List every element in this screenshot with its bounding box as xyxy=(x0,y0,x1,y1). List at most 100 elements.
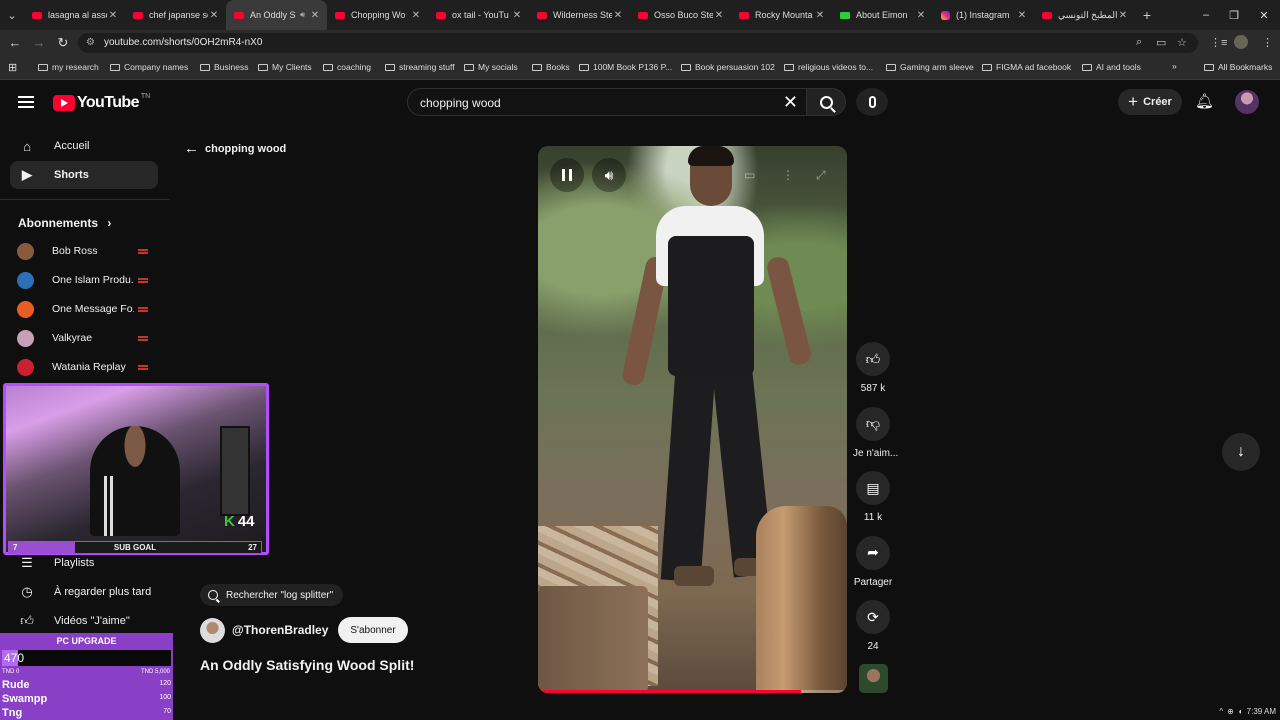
browser-tab[interactable]: ox tail - YouTu ✕ xyxy=(428,0,529,30)
subscription-item[interactable]: One Islam Produ... xyxy=(10,267,158,293)
browser-tab[interactable]: Chopping Wo ✕ xyxy=(327,0,428,30)
close-tab-icon[interactable]: ✕ xyxy=(1117,10,1129,21)
bookmark-item[interactable]: My socials xyxy=(464,62,518,72)
video-progress-bar[interactable] xyxy=(538,690,847,693)
remix-icon[interactable]: ⟳ xyxy=(856,600,890,634)
notifications-bell-icon[interactable]: 🔔︎ xyxy=(1195,92,1214,110)
browser-tab[interactable]: (1) Instagram ✕ xyxy=(933,0,1034,30)
search-suggestion-chip[interactable]: Rechercher "log splitter" xyxy=(200,584,344,606)
apps-grid-icon[interactable]: ⊞ xyxy=(8,61,17,74)
action-comment[interactable]: ▤ 11 k xyxy=(853,471,893,523)
tab-search-icon[interactable]: ⌄ xyxy=(0,0,24,30)
close-tab-icon[interactable]: ✕ xyxy=(915,10,927,21)
subscription-item[interactable]: Watania Replay xyxy=(10,354,158,380)
next-short-button[interactable]: ↓ xyxy=(1222,433,1260,471)
bookmark-item[interactable]: AI and tools xyxy=(1082,62,1141,72)
volume-icon[interactable]: ◖ xyxy=(1238,707,1243,716)
bookmark-item[interactable]: FIGMA ad facebook xyxy=(982,62,1071,72)
volume-button[interactable]: 🔊︎ xyxy=(592,158,626,192)
sidebar-item[interactable]: 👍︎ Vidéos "J'aime" xyxy=(10,607,158,635)
close-tab-icon[interactable]: ✕ xyxy=(309,10,321,21)
bookmark-item[interactable]: Book persuasion 102 xyxy=(681,62,775,72)
more-options-icon[interactable]: ⋮ xyxy=(782,168,794,182)
bookmark-item[interactable]: Company names xyxy=(110,62,188,72)
browser-tab[interactable]: About Eimon ✕ xyxy=(832,0,933,30)
thumbs-up-icon[interactable]: 👍︎ xyxy=(856,342,890,376)
browser-tab[interactable]: lasagna al asso ✕ xyxy=(24,0,125,30)
bookmark-item[interactable]: My Clients xyxy=(258,62,312,72)
all-bookmarks[interactable]: All Bookmarks xyxy=(1204,62,1272,72)
shorts-video-player[interactable]: 🔊︎ ▭ ⋮ ⤢ xyxy=(538,146,847,693)
bookmark-item[interactable]: streaming stuff xyxy=(385,62,455,72)
sidebar-item[interactable]: ◷ À regarder plus tard xyxy=(10,578,158,606)
share-icon[interactable]: ➦ xyxy=(856,535,890,570)
close-tab-icon[interactable]: ✕ xyxy=(713,10,725,21)
reload-icon[interactable]: ↻ xyxy=(54,34,72,52)
subscription-item[interactable]: Valkyrae xyxy=(10,325,158,351)
pause-button[interactable] xyxy=(550,158,584,192)
close-tab-icon[interactable]: ✕ xyxy=(511,10,523,21)
action-thumbs-up[interactable]: 👍︎ 587 k xyxy=(853,342,893,394)
close-tab-icon[interactable]: ✕ xyxy=(1016,10,1028,21)
tray-chevron-icon[interactable]: ^ xyxy=(1219,707,1223,716)
close-window-button[interactable]: ✕ xyxy=(1248,0,1280,30)
subscription-item[interactable]: Bob Ross xyxy=(10,238,158,264)
search-button[interactable] xyxy=(806,88,846,116)
search-input[interactable]: chopping wood ✕ xyxy=(407,88,807,116)
channel-avatar[interactable] xyxy=(200,617,225,643)
account-avatar[interactable] xyxy=(1235,90,1259,114)
youtube-logo[interactable]: YouTube TN xyxy=(53,93,150,112)
thumbs-down-icon[interactable]: 👎︎ xyxy=(856,406,890,441)
miniplayer-icon[interactable]: ▭ xyxy=(744,168,755,182)
bookmark-item[interactable]: 100M Book P136 P... xyxy=(579,62,672,72)
close-tab-icon[interactable]: ✕ xyxy=(814,10,826,21)
browser-tab[interactable]: Wilderness Ste ✕ xyxy=(529,0,630,30)
close-tab-icon[interactable]: ✕ xyxy=(107,10,119,21)
action-remix[interactable]: ⟳ 24 xyxy=(853,600,893,652)
bookmark-item[interactable]: my research xyxy=(38,62,99,72)
browser-menu-icon[interactable]: ⋮ xyxy=(1262,36,1273,49)
site-info-icon[interactable]: ⚙ xyxy=(86,37,95,48)
back-to-search[interactable]: ← chopping wood xyxy=(184,140,286,157)
forward-arrow-icon[interactable]: → xyxy=(30,34,48,52)
bookmark-item[interactable]: religious videos to... xyxy=(784,62,873,72)
profile-avatar[interactable] xyxy=(1234,35,1248,49)
channel-name[interactable]: @ThorenBradley xyxy=(232,623,328,637)
clock-time[interactable]: 7:39 AM xyxy=(1247,707,1276,716)
browser-tab[interactable]: Rocky Mounta ✕ xyxy=(731,0,832,30)
video-title[interactable]: An Oddly Satisfying Wood Split! xyxy=(200,657,414,673)
create-button[interactable]: + Créer xyxy=(1118,89,1182,115)
maximize-button[interactable]: ❐ xyxy=(1218,0,1250,30)
cast-icon[interactable]: ▭ xyxy=(1156,36,1166,49)
extensions-icon[interactable]: ⋮≡ xyxy=(1210,36,1227,49)
subscriptions-heading[interactable]: Abonnements › xyxy=(18,216,111,230)
browser-tab[interactable]: An Oddly S 🔊︎ ✕ xyxy=(226,0,327,30)
action-share[interactable]: ➦ Partager xyxy=(853,535,893,588)
new-tab-button[interactable]: + xyxy=(1135,7,1159,23)
bookmark-item[interactable]: Books xyxy=(532,62,570,72)
clear-search-icon[interactable]: ✕ xyxy=(783,92,798,112)
fullscreen-icon[interactable]: ⤢ xyxy=(816,168,826,183)
menu-hamburger-icon[interactable] xyxy=(18,96,34,108)
zoom-icon[interactable]: ⌕ xyxy=(1136,36,1142,49)
bookmark-item[interactable]: Business xyxy=(200,62,249,72)
url-field[interactable]: ⚙ youtube.com/shorts/0OH2mR4-nX0 ⌕ ▭ ☆ xyxy=(78,33,1198,53)
close-tab-icon[interactable]: ✕ xyxy=(612,10,624,21)
audio-playing-icon[interactable]: 🔊︎ xyxy=(300,10,305,20)
back-arrow-icon[interactable]: ← xyxy=(6,34,24,52)
action-thumbs-down[interactable]: 👎︎ Je n'aim... xyxy=(853,406,898,459)
sound-thumbnail[interactable] xyxy=(859,664,888,693)
subscribe-button[interactable]: S'abonner xyxy=(338,617,408,643)
more-bookmarks-icon[interactable]: » xyxy=(1172,61,1177,71)
bookmark-star-icon[interactable]: ☆ xyxy=(1177,36,1187,49)
network-icon[interactable]: ⊕ xyxy=(1227,707,1234,716)
browser-tab[interactable]: Osso Buco Ste ✕ xyxy=(630,0,731,30)
bookmark-item[interactable]: Gaming arm sleeve xyxy=(886,62,974,72)
sidebar-item-shorts[interactable]: ▶ Shorts xyxy=(10,161,158,189)
voice-search-button[interactable] xyxy=(856,88,888,116)
comment-icon[interactable]: ▤ xyxy=(856,471,890,505)
close-tab-icon[interactable]: ✕ xyxy=(208,10,220,21)
subscription-item[interactable]: One Message Fo... xyxy=(10,296,158,322)
bookmark-item[interactable]: coaching xyxy=(323,62,371,72)
close-tab-icon[interactable]: ✕ xyxy=(410,10,422,21)
